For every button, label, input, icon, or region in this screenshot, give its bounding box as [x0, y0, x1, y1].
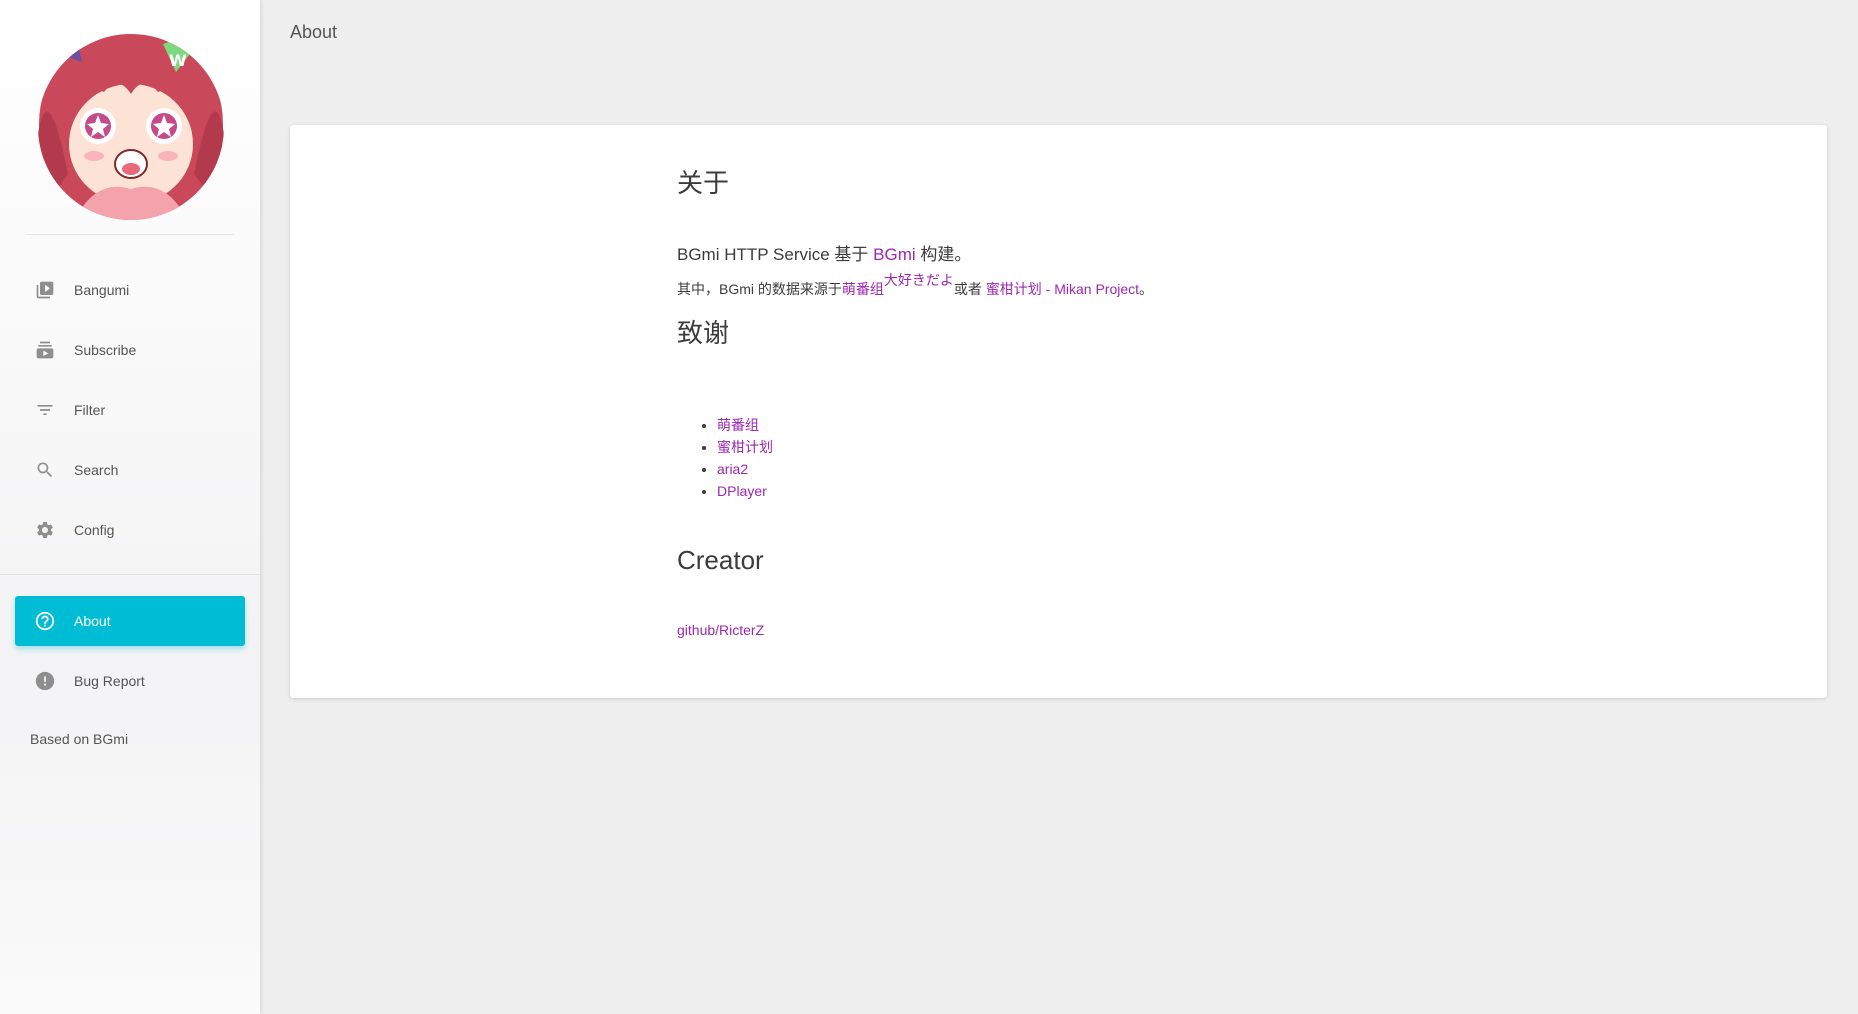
filter-icon: [34, 399, 56, 421]
thanks-link-dplayer[interactable]: DPlayer: [717, 483, 767, 499]
mikan-link[interactable]: 蜜柑计划 - Mikan Project: [986, 281, 1139, 297]
intro-paragraph: BGmi HTTP Service 基于 BGmi 构建。: [677, 240, 971, 265]
error-icon: [34, 670, 56, 692]
sidebar-item-subscribe[interactable]: Subscribe: [15, 325, 245, 375]
intro-suffix: 构建。: [915, 245, 972, 264]
sidebar-item-label: Config: [74, 522, 115, 538]
gear-icon: [34, 519, 56, 541]
source-paragraph: 其中，BGmi 的数据来源于萌番组大好きだよ或者 蜜柑计划 - Mikan Pr…: [677, 270, 1153, 299]
sidebar-item-bug-report[interactable]: Bug Report: [15, 656, 245, 706]
about-card: 关于 BGmi HTTP Service 基于 BGmi 构建。 其中，BGmi…: [290, 125, 1827, 698]
sidebar-footer: Based on BGmi: [30, 731, 129, 747]
thanks-list: 萌番组 蜜柑计划 aria2 DPlayer: [677, 414, 773, 502]
bangumi-moe-link[interactable]: 萌番组: [842, 281, 884, 297]
list-item: aria2: [717, 458, 773, 480]
bgmi-link[interactable]: BGmi: [873, 245, 916, 264]
about-heading: 关于: [677, 168, 730, 198]
sidebar-item-label: Bug Report: [74, 673, 145, 689]
source-middle: 或者: [953, 281, 986, 297]
sidebar-item-bangumi[interactable]: Bangumi: [15, 265, 245, 315]
list-item: DPlayer: [717, 480, 773, 502]
source-suffix: 。: [1139, 281, 1154, 297]
intro-prefix: BGmi HTTP Service 基于: [677, 245, 874, 264]
list-item: 蜜柑计划: [717, 436, 773, 458]
page-title: About: [290, 22, 338, 42]
video-library-icon: [34, 279, 56, 301]
sidebar-item-label: Bangumi: [74, 282, 130, 298]
help-circle-icon: [34, 610, 56, 632]
thanks-link-bangumi-moe[interactable]: 萌番组: [717, 417, 759, 433]
list-item: 萌番组: [717, 414, 773, 436]
creator-github-link[interactable]: github/RicterZ: [677, 622, 764, 638]
sidebar-item-filter[interactable]: Filter: [15, 385, 245, 435]
sidebar-item-label: Subscribe: [74, 342, 137, 358]
sidebar-item-about[interactable]: About: [15, 596, 245, 646]
sidebar: W Bangumi Subscribe Filter Search Config: [0, 0, 260, 1014]
bangumi-moe-sup: 大好きだよ: [883, 272, 954, 288]
creator-heading: Creator: [677, 545, 764, 575]
sidebar-item-label: Search: [74, 462, 119, 478]
search-icon: [34, 459, 56, 481]
sidebar-item-search[interactable]: Search: [15, 445, 245, 495]
thanks-heading: 致谢: [677, 318, 730, 348]
sidebar-item-config[interactable]: Config: [15, 505, 245, 555]
sidebar-item-label: About: [74, 613, 111, 629]
thanks-link-aria2[interactable]: aria2: [717, 461, 748, 477]
sidebar-divider: [0, 574, 260, 575]
sidebar-divider: [26, 234, 234, 235]
subscriptions-icon: [34, 339, 56, 361]
avatar: W: [38, 34, 224, 220]
thanks-link-mikan[interactable]: 蜜柑计划: [717, 439, 773, 455]
source-prefix: 其中，BGmi 的数据来源于: [677, 281, 842, 297]
svg-text:W: W: [169, 51, 187, 70]
sidebar-item-label: Filter: [74, 402, 106, 418]
